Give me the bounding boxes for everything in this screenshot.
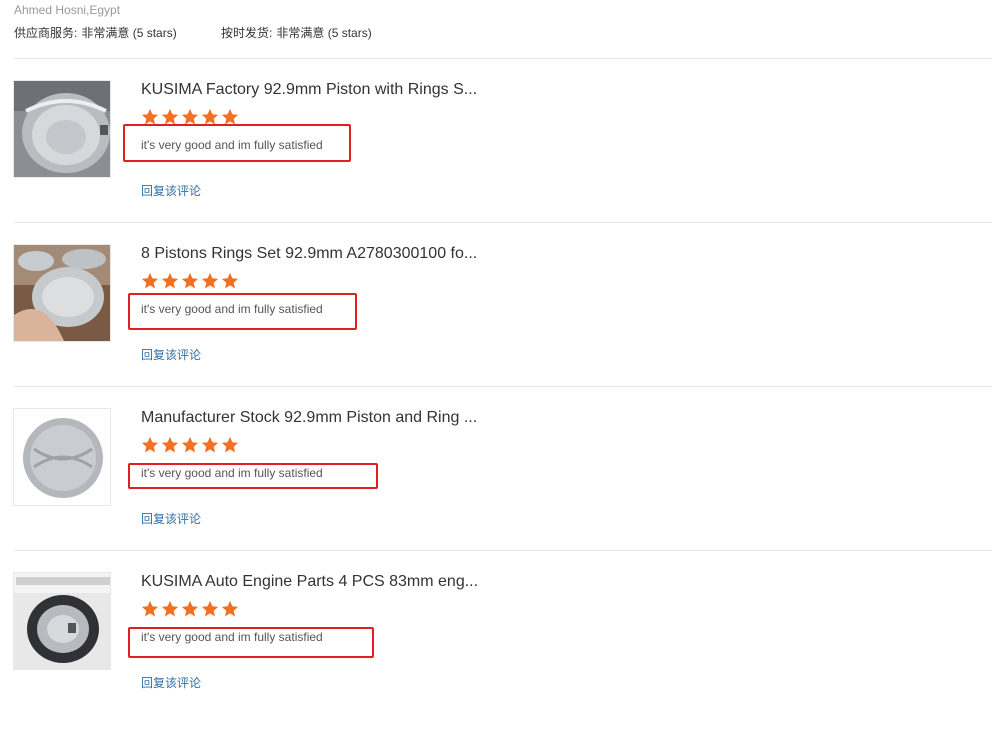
review-item: 8 Pistons Rings Set 92.9mm A2780300100 f… bbox=[0, 244, 992, 404]
star-rating bbox=[141, 272, 241, 290]
highlight-box bbox=[123, 124, 351, 162]
star-icon bbox=[161, 272, 179, 289]
star-rating bbox=[141, 436, 241, 454]
review-item: KUSIMA Factory 92.9mm Piston with Rings … bbox=[0, 80, 992, 240]
star-icon bbox=[141, 272, 159, 289]
on-time-shipping-value: 非常满意 bbox=[276, 26, 325, 40]
star-icon bbox=[181, 272, 199, 289]
divider bbox=[14, 550, 992, 551]
highlight-box bbox=[128, 293, 357, 330]
reply-link[interactable]: 回复该评论 bbox=[141, 184, 201, 198]
star-icon bbox=[141, 436, 159, 453]
star-icon bbox=[181, 600, 199, 617]
star-icon bbox=[201, 600, 219, 617]
review-item: KUSIMA Auto Engine Parts 4 PCS 83mm eng.… bbox=[0, 572, 992, 732]
supplier-service-label: 供应商服务: bbox=[14, 26, 78, 40]
product-title[interactable]: 8 Pistons Rings Set 92.9mm A2780300100 f… bbox=[141, 244, 486, 264]
star-icon bbox=[221, 600, 239, 617]
supplier-service-stars: (5 stars) bbox=[132, 26, 177, 40]
product-thumbnail[interactable] bbox=[13, 572, 111, 670]
divider bbox=[14, 222, 992, 223]
on-time-shipping-rating: 按时发货: 非常满意 (5 stars) bbox=[221, 24, 372, 41]
highlight-box bbox=[128, 627, 374, 658]
review-header: Ahmed Hosni,Egypt bbox=[14, 3, 120, 17]
supplier-service-value: 非常满意 bbox=[81, 26, 130, 40]
reply-link[interactable]: 回复该评论 bbox=[141, 348, 201, 362]
product-title[interactable]: Manufacturer Stock 92.9mm Piston and Rin… bbox=[141, 408, 486, 428]
star-icon bbox=[181, 436, 199, 453]
divider bbox=[14, 58, 992, 59]
star-icon bbox=[161, 436, 179, 453]
star-icon bbox=[221, 436, 239, 453]
review-item: Manufacturer Stock 92.9mm Piston and Rin… bbox=[0, 408, 992, 568]
product-title[interactable]: KUSIMA Auto Engine Parts 4 PCS 83mm eng.… bbox=[141, 572, 486, 592]
on-time-shipping-stars: (5 stars) bbox=[327, 26, 372, 40]
star-icon bbox=[161, 600, 179, 617]
star-icon bbox=[201, 436, 219, 453]
star-rating bbox=[141, 600, 241, 618]
highlight-box bbox=[128, 463, 378, 489]
reply-link[interactable]: 回复该评论 bbox=[141, 512, 201, 526]
star-icon bbox=[221, 272, 239, 289]
star-icon bbox=[201, 272, 219, 289]
star-icon bbox=[141, 600, 159, 617]
on-time-shipping-label: 按时发货: bbox=[221, 26, 273, 40]
product-thumbnail[interactable] bbox=[13, 244, 111, 342]
reply-link[interactable]: 回复该评论 bbox=[141, 676, 201, 690]
reviewer-name: Ahmed Hosni,Egypt bbox=[14, 3, 121, 17]
product-thumbnail[interactable] bbox=[13, 408, 111, 506]
divider bbox=[14, 386, 992, 387]
product-title[interactable]: KUSIMA Factory 92.9mm Piston with Rings … bbox=[141, 80, 486, 100]
product-thumbnail[interactable] bbox=[13, 80, 111, 178]
supplier-service-rating: 供应商服务: 非常满意 (5 stars) bbox=[14, 24, 177, 41]
